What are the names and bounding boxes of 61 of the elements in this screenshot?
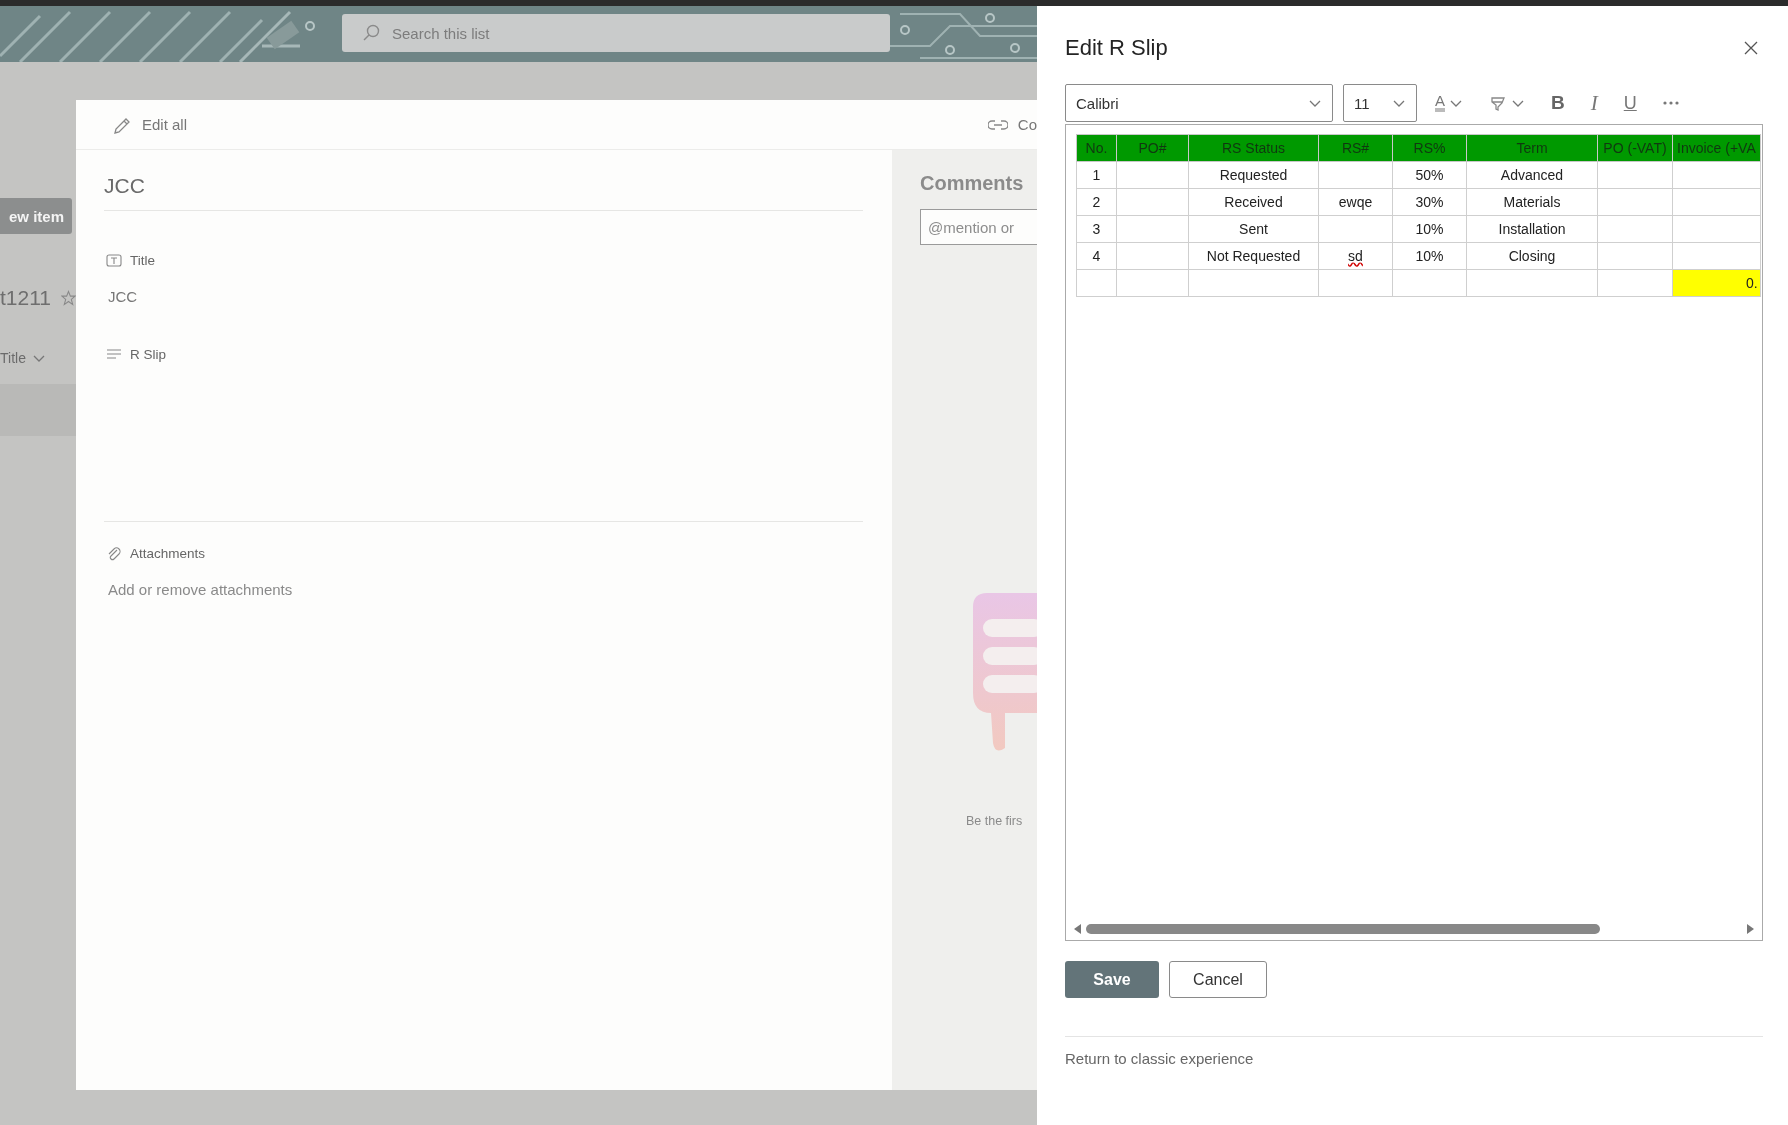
- table-cell: 50%: [1392, 161, 1467, 189]
- table-cell: Installation: [1466, 215, 1598, 243]
- lines-icon: [106, 347, 122, 362]
- close-icon: [1743, 40, 1759, 56]
- field-label: Attachments: [130, 546, 206, 561]
- list-title: t1211: [0, 286, 51, 310]
- column-header: RS Status: [1188, 134, 1319, 162]
- table-cell: 4: [1076, 242, 1117, 270]
- table-cell: 10%: [1392, 242, 1467, 270]
- comments-heading: Comments: [920, 172, 1025, 195]
- italic-button[interactable]: I: [1582, 86, 1606, 120]
- more-icon: [1662, 100, 1679, 106]
- search-field[interactable]: Search this list: [342, 14, 890, 52]
- table-cell: sd: [1318, 242, 1393, 270]
- column-header: No.: [1076, 134, 1117, 162]
- table-cell: 10%: [1392, 215, 1467, 243]
- table-cell: ewqe: [1318, 188, 1393, 216]
- paperclip-icon: [106, 546, 122, 561]
- table-cell: 1: [1076, 161, 1117, 189]
- table-cell: 2: [1076, 188, 1117, 216]
- font-size-dropdown[interactable]: 11: [1343, 84, 1417, 122]
- table-cell: Closing: [1466, 242, 1598, 270]
- table-cell: Requested: [1188, 161, 1319, 189]
- item-title: JCC: [104, 174, 863, 211]
- scroll-right-icon: [1746, 923, 1756, 935]
- underline-button[interactable]: U: [1615, 86, 1645, 120]
- bold-button[interactable]: B: [1543, 86, 1573, 120]
- table-cell: Materials: [1466, 188, 1598, 216]
- copy-link-button[interactable]: Co: [987, 115, 1037, 134]
- cancel-button[interactable]: Cancel: [1169, 961, 1267, 998]
- new-item-button[interactable]: ew item: [0, 198, 72, 234]
- table-cell: 0.: [1672, 269, 1761, 297]
- field-label: R Slip: [130, 347, 166, 362]
- table-cell: Received: [1188, 188, 1319, 216]
- scrollbar-thumb[interactable]: [1086, 924, 1600, 934]
- scroll-left-icon: [1072, 923, 1082, 935]
- column-header: RS#: [1318, 134, 1393, 162]
- empty-comments-text: Be the firs: [966, 814, 1024, 828]
- column-header: Term: [1466, 134, 1598, 162]
- column-header: Invoice (+VA: [1672, 134, 1761, 162]
- star-icon: [61, 290, 76, 306]
- column-header[interactable]: Title: [0, 350, 76, 366]
- table-cell: Advanced: [1466, 161, 1598, 189]
- table-cell: 30%: [1392, 188, 1467, 216]
- save-button[interactable]: Save: [1065, 961, 1159, 998]
- column-header: PO#: [1116, 134, 1189, 162]
- table-cell: 3: [1076, 215, 1117, 243]
- attachments-link[interactable]: Add or remove attachments: [108, 581, 863, 598]
- edit-all-button[interactable]: Edit all: [112, 115, 188, 134]
- comment-field[interactable]: @mention or: [920, 209, 1037, 245]
- field-value: JCC: [108, 288, 139, 305]
- field-label: Title: [130, 253, 155, 268]
- panel-title: Edit R Slip: [1065, 35, 1168, 61]
- table-cell: Sent: [1188, 215, 1319, 243]
- text-field-icon: [106, 253, 122, 268]
- table-cell: Not Requested: [1188, 242, 1319, 270]
- column-header: RS%: [1392, 134, 1467, 162]
- classic-experience-link[interactable]: Return to classic experience: [1065, 1050, 1254, 1067]
- font-color-button[interactable]: A: [1427, 86, 1471, 120]
- font-dropdown[interactable]: Calibri: [1065, 84, 1333, 122]
- column-header: PO (-VAT): [1597, 134, 1673, 162]
